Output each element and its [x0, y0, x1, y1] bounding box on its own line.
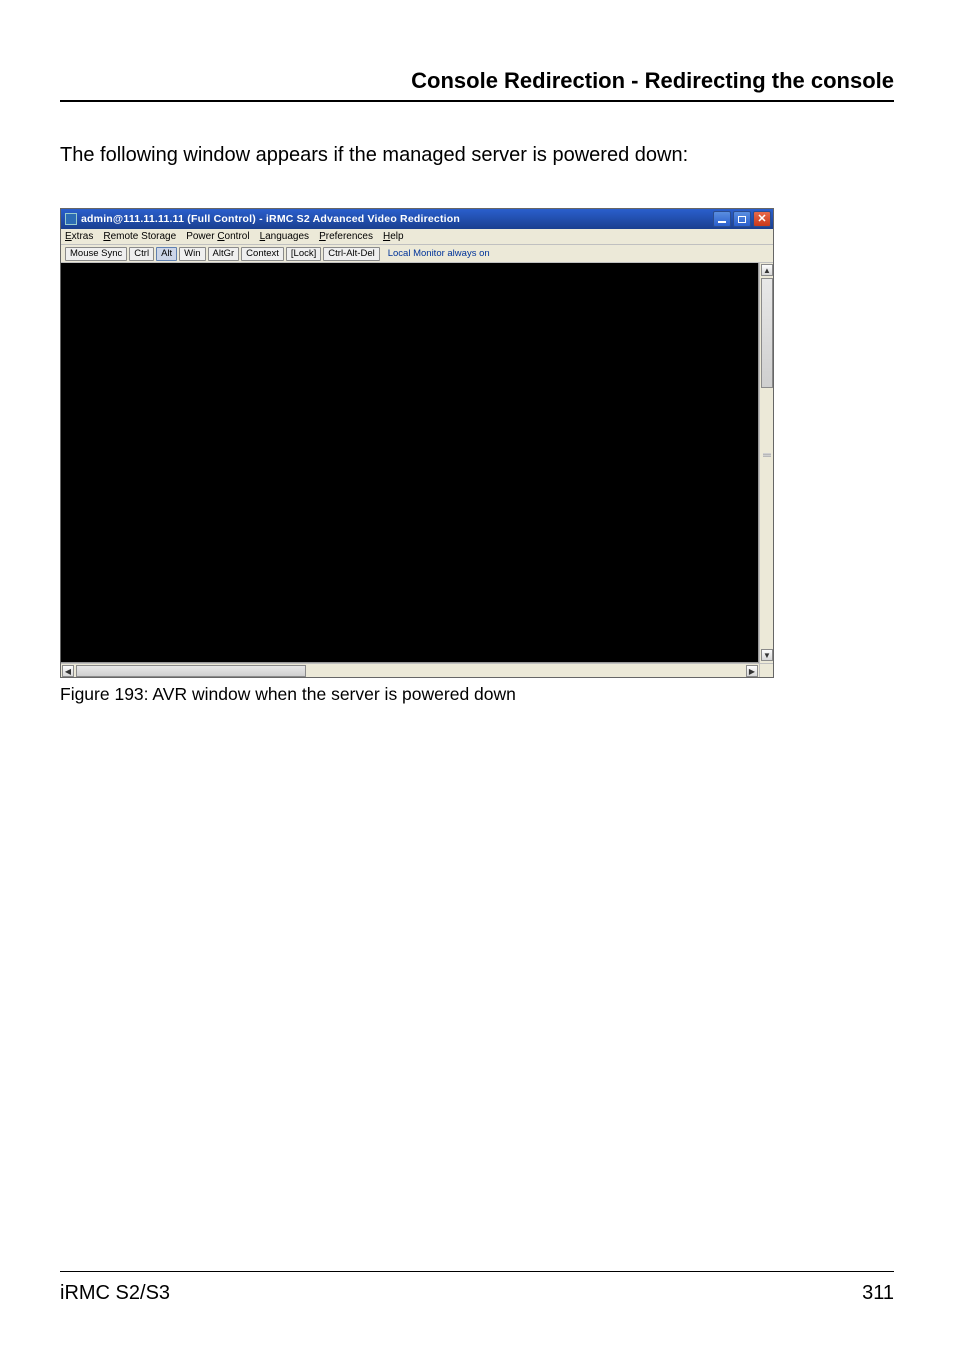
win-button[interactable]: Win — [179, 247, 205, 261]
ctrl-alt-del-button[interactable]: Ctrl-Alt-Del — [323, 247, 379, 261]
app-icon — [65, 213, 77, 225]
footer-left: iRMC S2/S3 — [60, 1282, 170, 1305]
vertical-scroll-thumb[interactable] — [761, 278, 773, 388]
arrow-down-icon: ▼ — [763, 651, 771, 660]
minimize-icon — [718, 221, 726, 223]
intro-text: The following window appears if the mana… — [60, 142, 894, 168]
scroll-mark — [763, 453, 771, 457]
local-monitor-label: Local Monitor always on — [388, 248, 490, 259]
arrow-left-icon: ◀ — [65, 667, 71, 676]
arrow-up-icon: ▲ — [763, 266, 771, 275]
video-area[interactable] — [61, 263, 759, 663]
scroll-left-button[interactable]: ◀ — [62, 665, 74, 677]
altgr-button[interactable]: AltGr — [208, 247, 240, 261]
avr-window: admin@111.11.11.11 (Full Control) - iRMC… — [60, 208, 774, 678]
titlebar[interactable]: admin@111.11.11.11 (Full Control) - iRMC… — [61, 209, 773, 229]
context-button[interactable]: Context — [241, 247, 284, 261]
close-icon: ✕ — [757, 214, 766, 225]
close-button[interactable]: ✕ — [753, 211, 771, 227]
arrow-right-icon: ▶ — [749, 667, 755, 676]
menu-preferences[interactable]: Preferences — [319, 231, 373, 242]
menu-power-control[interactable]: Power Control — [186, 231, 249, 242]
scroll-corner — [759, 663, 773, 677]
minimize-button[interactable] — [713, 211, 731, 227]
lock-button[interactable]: [Lock] — [286, 247, 321, 261]
ctrl-button[interactable]: Ctrl — [129, 247, 154, 261]
menu-extras[interactable]: Extras — [65, 231, 93, 242]
titlebar-text: admin@111.11.11.11 (Full Control) - iRMC… — [81, 213, 460, 225]
header-rule — [60, 100, 894, 102]
menu-help[interactable]: Help — [383, 231, 404, 242]
menubar: Extras Remote Storage Power Control Lang… — [61, 229, 773, 245]
toolbar: Mouse Sync Ctrl Alt Win AltGr Context [L… — [61, 245, 773, 263]
horizontal-scroll-thumb[interactable] — [76, 665, 306, 677]
maximize-button[interactable] — [733, 211, 751, 227]
menu-remote-storage[interactable]: Remote Storage — [103, 231, 176, 242]
titlebar-buttons: ✕ — [713, 211, 771, 227]
figure-caption: Figure 193: AVR window when the server i… — [60, 684, 894, 705]
mouse-sync-button[interactable]: Mouse Sync — [65, 247, 127, 261]
document-page: Console Redirection - Redirecting the co… — [0, 0, 954, 1349]
scroll-up-button[interactable]: ▲ — [761, 264, 773, 276]
horizontal-scrollbar[interactable]: ◀ ▶ — [61, 663, 759, 677]
page-number: 311 — [862, 1282, 894, 1305]
page-header-title: Console Redirection - Redirecting the co… — [60, 68, 894, 94]
page-footer: iRMC S2/S3 311 — [60, 1271, 894, 1305]
scroll-down-button[interactable]: ▼ — [761, 649, 773, 661]
maximize-icon — [738, 216, 746, 223]
scroll-right-button[interactable]: ▶ — [746, 665, 758, 677]
vertical-scrollbar[interactable]: ▲ ▼ — [759, 263, 773, 663]
footer-rule — [60, 1271, 894, 1272]
menu-languages[interactable]: Languages — [260, 231, 310, 242]
alt-button[interactable]: Alt — [156, 247, 177, 261]
